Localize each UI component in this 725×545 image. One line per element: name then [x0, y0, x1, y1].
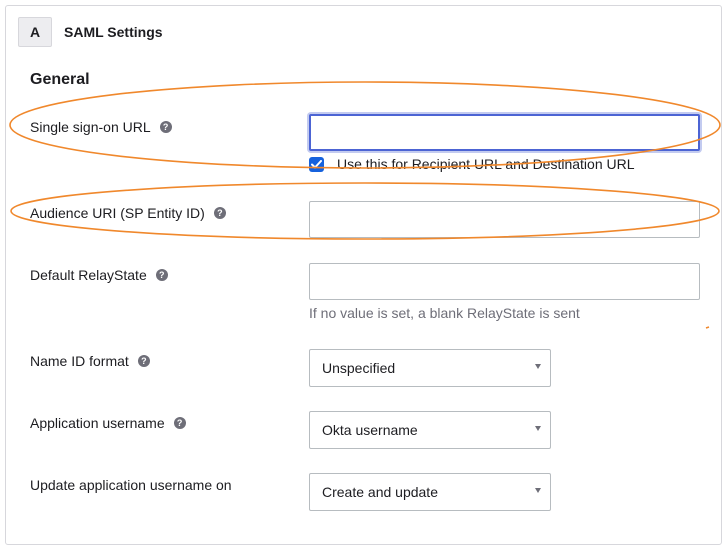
- audience-uri-label-text: Audience URI (SP Entity ID): [30, 205, 205, 221]
- name-id-format-label-text: Name ID format: [30, 353, 129, 369]
- audience-uri-label: Audience URI (SP Entity ID) ?: [30, 205, 226, 221]
- sso-url-label-text: Single sign-on URL: [30, 119, 151, 135]
- step-badge: A: [18, 17, 52, 47]
- chevron-down-icon: [535, 488, 541, 493]
- name-id-format-label: Name ID format ?: [30, 353, 150, 369]
- app-username-label: Application username ?: [30, 415, 186, 431]
- update-username-label: Update application username on: [30, 477, 232, 493]
- recipient-url-checkbox[interactable]: [309, 156, 324, 172]
- relay-state-input[interactable]: [309, 263, 700, 300]
- update-username-select[interactable]: Create and update: [309, 473, 551, 511]
- name-id-format-select[interactable]: Unspecified: [309, 349, 551, 387]
- name-id-format-value: Unspecified: [322, 360, 396, 376]
- recipient-url-checkbox-row[interactable]: Use this for Recipient URL and Destinati…: [309, 156, 635, 172]
- help-icon[interactable]: ?: [213, 207, 226, 219]
- update-username-value: Create and update: [322, 484, 438, 500]
- recipient-url-checkbox-label: Use this for Recipient URL and Destinati…: [337, 156, 635, 172]
- help-icon[interactable]: ?: [159, 121, 172, 133]
- help-icon[interactable]: ?: [137, 355, 150, 367]
- general-heading: General: [30, 71, 90, 88]
- relay-state-label: Default RelayState ?: [30, 267, 168, 283]
- help-icon[interactable]: ?: [155, 269, 168, 281]
- sso-url-label: Single sign-on URL ?: [30, 119, 172, 135]
- audience-uri-input[interactable]: [309, 201, 700, 238]
- help-icon[interactable]: ?: [173, 417, 186, 429]
- app-username-label-text: Application username: [30, 415, 165, 431]
- sso-url-input[interactable]: [309, 114, 700, 151]
- app-username-value: Okta username: [322, 422, 418, 438]
- app-username-select[interactable]: Okta username: [309, 411, 551, 449]
- chevron-down-icon: [535, 364, 541, 369]
- update-username-label-text: Update application username on: [30, 477, 232, 493]
- relay-state-hint: If no value is set, a blank RelayState i…: [309, 305, 580, 321]
- relay-state-label-text: Default RelayState: [30, 267, 147, 283]
- section-title: SAML Settings: [64, 24, 163, 40]
- chevron-down-icon: [535, 426, 541, 431]
- checkmark-icon: [311, 159, 322, 168]
